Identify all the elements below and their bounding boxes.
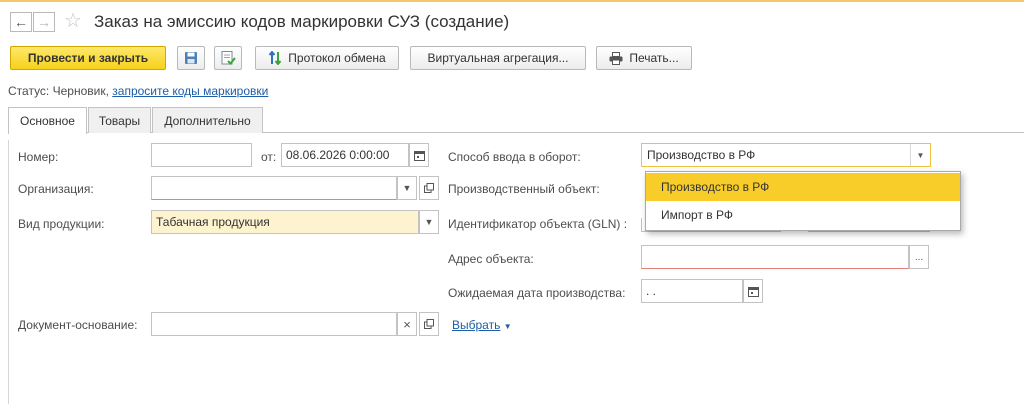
arrow-left-icon: ← <box>14 14 28 30</box>
option-import-rf[interactable]: Импорт в РФ <box>646 201 960 229</box>
number-label: Номер: <box>18 150 59 164</box>
forward-button[interactable]: → <box>33 12 55 32</box>
calendar-icon <box>413 150 425 161</box>
virtual-aggregation-button[interactable]: Виртуальная агрегация... <box>410 46 586 70</box>
select-base-document-link[interactable]: Выбрать ▼ <box>452 318 512 332</box>
printer-icon <box>609 51 623 65</box>
triangle-down-icon[interactable]: ▼ <box>910 144 930 166</box>
organization-open-button[interactable] <box>419 176 439 200</box>
production-object-label: Производственный объект: <box>448 182 600 196</box>
tab-main[interactable]: Основное <box>8 107 87 134</box>
favorite-star-icon[interactable]: ☆ <box>64 11 82 31</box>
back-button[interactable]: ← <box>10 12 32 32</box>
print-button[interactable]: Печать... <box>596 46 692 70</box>
date-calendar-button[interactable] <box>409 143 429 167</box>
base-document-open-button[interactable] <box>419 312 439 336</box>
object-id-gln-label: Идентификатор объекта (GLN) : <box>448 217 628 231</box>
open-window-icon <box>424 183 434 193</box>
open-window-icon <box>424 319 434 329</box>
object-address-select-button[interactable]: ... <box>909 245 929 269</box>
number-input[interactable] <box>151 143 252 167</box>
organization-input[interactable] <box>151 176 397 200</box>
exchange-log-button[interactable]: Протокол обмена <box>255 46 399 70</box>
expected-date-label: Ожидаемая дата производства: <box>448 286 626 300</box>
status-line: Статус: Черновик, запросите коды маркиро… <box>8 84 268 98</box>
date-from-label: от: <box>261 150 277 164</box>
select-link-label: Выбрать <box>452 318 501 332</box>
post-button[interactable] <box>214 46 242 70</box>
expected-date-calendar-button[interactable] <box>743 279 763 303</box>
base-document-clear-button[interactable]: × <box>397 312 417 336</box>
top-accent-line <box>0 0 1024 2</box>
tab-additional[interactable]: Дополнительно <box>152 107 263 133</box>
post-document-icon <box>221 51 236 65</box>
exchange-log-label: Протокол обмена <box>288 51 386 65</box>
triangle-down-icon: ▼ <box>424 217 434 227</box>
floppy-disk-icon <box>185 52 197 64</box>
base-document-input[interactable] <box>151 312 397 336</box>
triangle-down-icon: ▼ <box>503 322 512 331</box>
entry-method-value: Производство в РФ <box>647 148 756 162</box>
object-address-label: Адрес объекта: <box>448 252 534 266</box>
save-button[interactable] <box>177 46 205 70</box>
calendar-icon <box>747 286 759 297</box>
entry-method-select[interactable]: Производство в РФ ▼ <box>641 143 931 167</box>
organization-dropdown-button[interactable]: ▼ <box>397 176 417 200</box>
entry-method-label: Способ ввода в оборот: <box>448 150 581 164</box>
print-label: Печать... <box>629 51 679 65</box>
product-type-dropdown-button[interactable]: ▼ <box>419 210 439 234</box>
base-document-label: Документ-основание: <box>18 318 138 332</box>
request-codes-link[interactable]: запросите коды маркировки <box>112 84 268 98</box>
product-type-select[interactable]: Табачная продукция <box>151 210 419 234</box>
post-and-close-button[interactable]: Провести и закрыть <box>10 46 166 70</box>
triangle-down-icon: ▼ <box>402 183 412 193</box>
date-input[interactable]: 08.06.2026 0:00:00 <box>281 143 409 167</box>
tab-goods[interactable]: Товары <box>88 107 151 133</box>
option-production-rf[interactable]: Производство в РФ <box>646 173 960 201</box>
expected-date-input[interactable]: . . <box>641 279 743 303</box>
organization-label: Организация: <box>18 182 94 196</box>
exchange-arrows-icon <box>269 51 282 65</box>
product-type-label: Вид продукции: <box>18 217 105 231</box>
object-address-input[interactable] <box>641 245 909 269</box>
form-left-border <box>8 140 9 404</box>
arrow-right-icon: → <box>37 14 51 30</box>
page-title: Заказ на эмиссию кодов маркировки СУЗ (с… <box>94 12 510 31</box>
status-text: Статус: Черновик, <box>8 84 109 98</box>
entry-method-dropdown-list: Производство в РФ Импорт в РФ <box>645 171 961 231</box>
